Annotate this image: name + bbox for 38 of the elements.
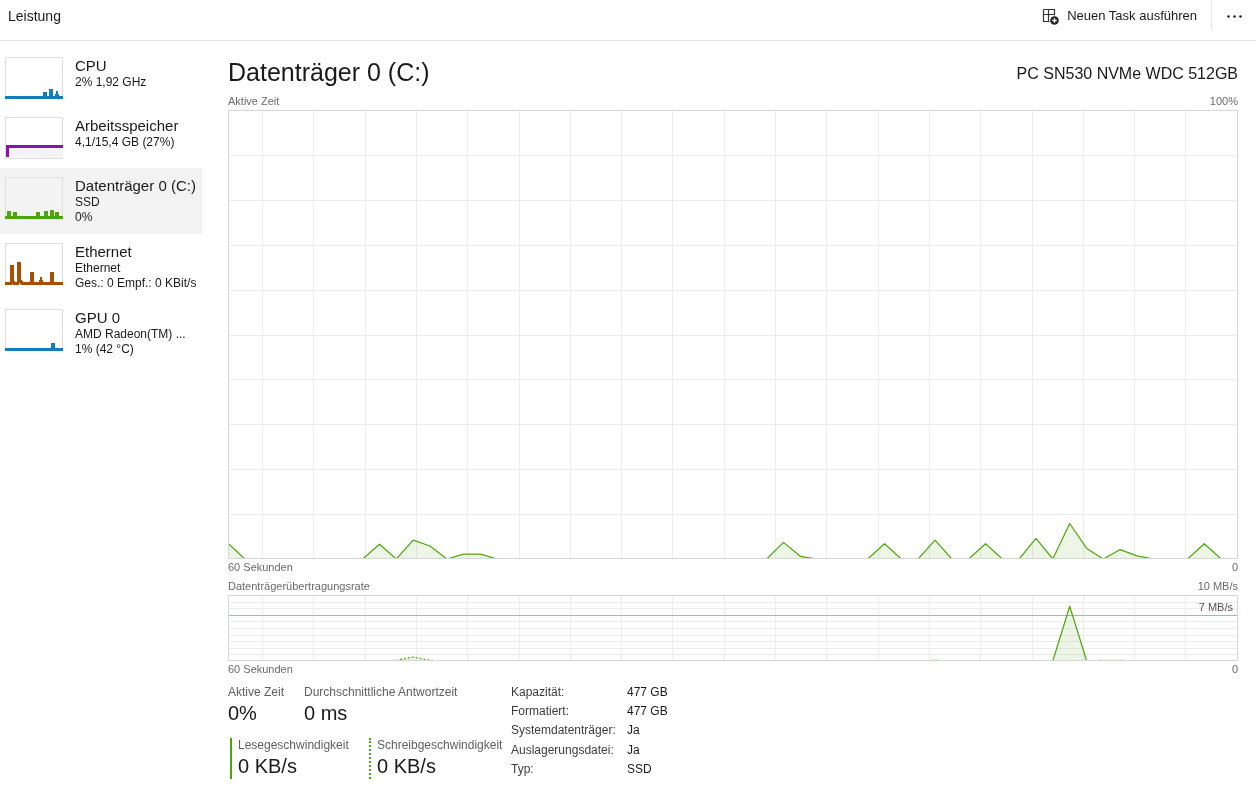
stat-label: Lesegeschwindigkeit	[238, 738, 350, 753]
device-model: PC SN530 NVMe WDC 512GB	[1016, 64, 1238, 84]
reference-label: 7 MB/s	[1198, 600, 1233, 614]
more-icon	[1226, 14, 1242, 18]
time-span-label: 60 Sekunden	[228, 662, 293, 676]
stat-value: 0%	[228, 701, 258, 726]
window-plus-icon	[1042, 7, 1060, 25]
property-label: Typ:	[511, 760, 535, 778]
stat-label: Schreibgeschwindigkeit	[377, 738, 503, 753]
graph-title: Aktive Zeit	[228, 94, 280, 108]
property-label: Formatiert:	[511, 703, 570, 721]
stat-label: Durchschnittliche Antwortzeit	[304, 685, 458, 700]
stat-value: 0 KB/s	[377, 754, 437, 779]
property-label: Systemdatenträger:	[511, 722, 617, 740]
sidebar-item[interactable]: CPU 2% 1,92 GHz	[0, 48, 202, 108]
sidebar-item[interactable]: Arbeitsspeicher 4,1/15,4 GB (27%)	[0, 108, 202, 168]
stat-label: Aktive Zeit	[228, 685, 285, 700]
property-value: 477 GB	[627, 684, 668, 701]
stat-value: 0 ms	[304, 701, 349, 726]
graph-title: Datenträgerübertragungsrate	[228, 579, 370, 593]
property-value: Ja	[627, 722, 641, 740]
device-title: Datenträger 0 (C:)	[228, 57, 430, 88]
property-label: Auslagerungsdatei:	[511, 741, 615, 759]
run-task-button[interactable]: Neuen Task ausführen	[1034, 2, 1205, 30]
sidebar-item[interactable]: Ethernet Ethernet Ges.: 0 Empf.: 0 KBit/s	[0, 234, 202, 300]
time-end-label: 0	[1231, 662, 1238, 676]
page-title: Leistung	[7, 6, 61, 26]
property-value: Ja	[627, 741, 641, 759]
sidebar-item[interactable]: GPU 0 AMD Radeon(TM) ... 1% (42 °C)	[0, 300, 202, 366]
property-label: Kapazität:	[511, 684, 566, 701]
time-span-label: 60 Sekunden	[228, 560, 293, 574]
scale-label: 100%	[1209, 94, 1238, 108]
stat-value: 0 KB/s	[238, 754, 298, 779]
time-end-label: 0	[1231, 560, 1238, 574]
scale-label: 10 MB/s	[1197, 579, 1238, 593]
property-value: 477 GB	[627, 703, 668, 721]
property-value: SSD	[627, 760, 653, 778]
sidebar-item[interactable]: Datenträger 0 (C:) SSD 0%	[0, 168, 202, 234]
